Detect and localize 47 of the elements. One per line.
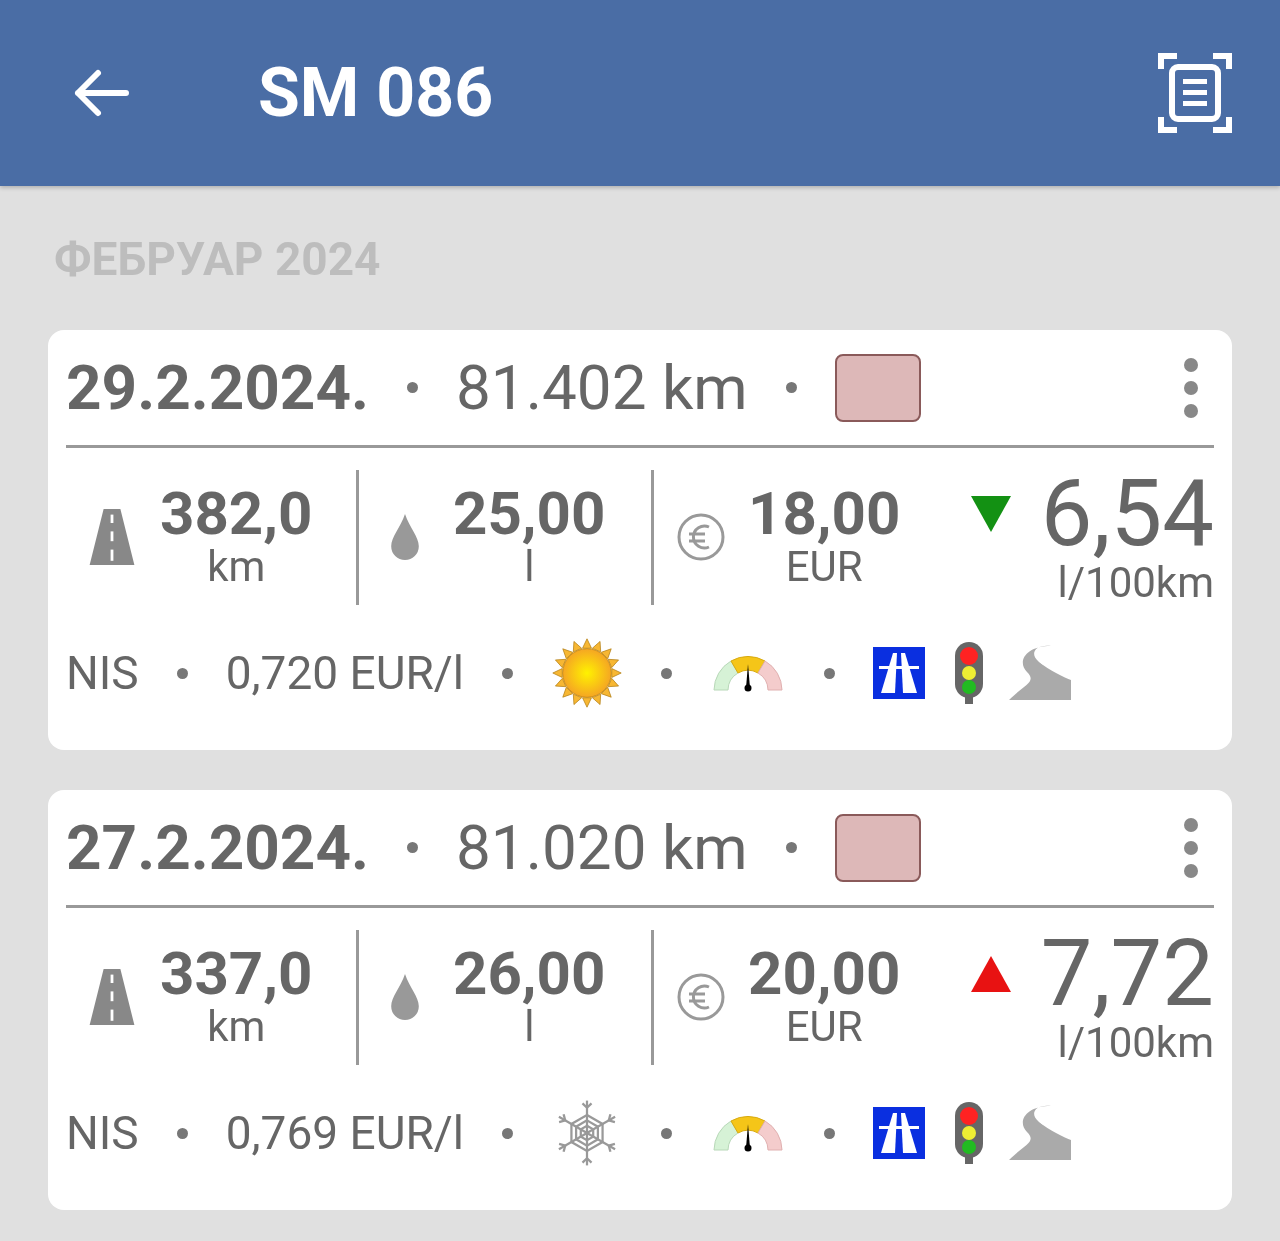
odometer-reading: 81.402 km bbox=[455, 351, 748, 424]
consumption-value: 7,72 bbox=[1040, 927, 1214, 1020]
consumption-unit: l/100km bbox=[1057, 1019, 1214, 1067]
stat-value: 26,00 bbox=[453, 943, 606, 1004]
winding-road-icon bbox=[1007, 1104, 1073, 1162]
screen-title: SM 086 bbox=[258, 53, 495, 133]
stat-value: 25,00 bbox=[453, 483, 606, 544]
unit-label: EUR bbox=[785, 1003, 863, 1051]
scan-document-button[interactable] bbox=[1158, 53, 1232, 133]
motorway-sign-icon bbox=[873, 647, 925, 699]
unit-label: l bbox=[524, 543, 535, 591]
traffic-light-icon bbox=[953, 1102, 985, 1164]
separator-dot bbox=[502, 1127, 513, 1139]
separator-dot bbox=[785, 842, 797, 853]
fuel-price: 0,769 EUR/l bbox=[225, 1106, 464, 1160]
unit-label: km bbox=[207, 543, 266, 591]
consumption-value: 6,54 bbox=[1040, 467, 1214, 560]
separator-dot bbox=[824, 1127, 835, 1139]
unit-label: km bbox=[207, 1003, 266, 1051]
stat-value: 18,00 bbox=[748, 483, 901, 544]
separator-dot bbox=[824, 667, 835, 679]
entry-date: 29.2.2024. bbox=[66, 351, 369, 424]
separator-dot bbox=[406, 382, 418, 393]
fuel-price: 0,720 EUR/l bbox=[225, 646, 464, 700]
separator-dot bbox=[661, 667, 672, 679]
euro-icon bbox=[676, 512, 726, 562]
consumption-unit: l/100km bbox=[1057, 559, 1214, 607]
unit-label: l bbox=[524, 1003, 535, 1051]
station-name: NIS bbox=[66, 1106, 139, 1160]
euro-icon bbox=[676, 972, 726, 1022]
separator-dot bbox=[406, 842, 418, 853]
winding-road-icon bbox=[1007, 644, 1073, 702]
odometer-reading: 81.020 km bbox=[455, 811, 748, 884]
motorway-sign-icon bbox=[873, 1107, 925, 1159]
separator-dot bbox=[785, 382, 797, 393]
traffic-light-icon bbox=[953, 642, 985, 704]
stat-value: 382,0 bbox=[160, 483, 313, 544]
separator-dot bbox=[176, 667, 188, 679]
entry-date: 27.2.2024. bbox=[66, 811, 369, 884]
separator-dot bbox=[661, 1127, 672, 1139]
stat-value: 337,0 bbox=[160, 943, 313, 1004]
unit-label: EUR bbox=[785, 543, 863, 591]
station-name: NIS bbox=[66, 646, 139, 700]
stat-value: 20,00 bbox=[748, 943, 901, 1004]
scan-document-icon bbox=[1158, 53, 1232, 133]
separator-dot bbox=[176, 1127, 188, 1139]
separator-dot bbox=[502, 667, 513, 679]
